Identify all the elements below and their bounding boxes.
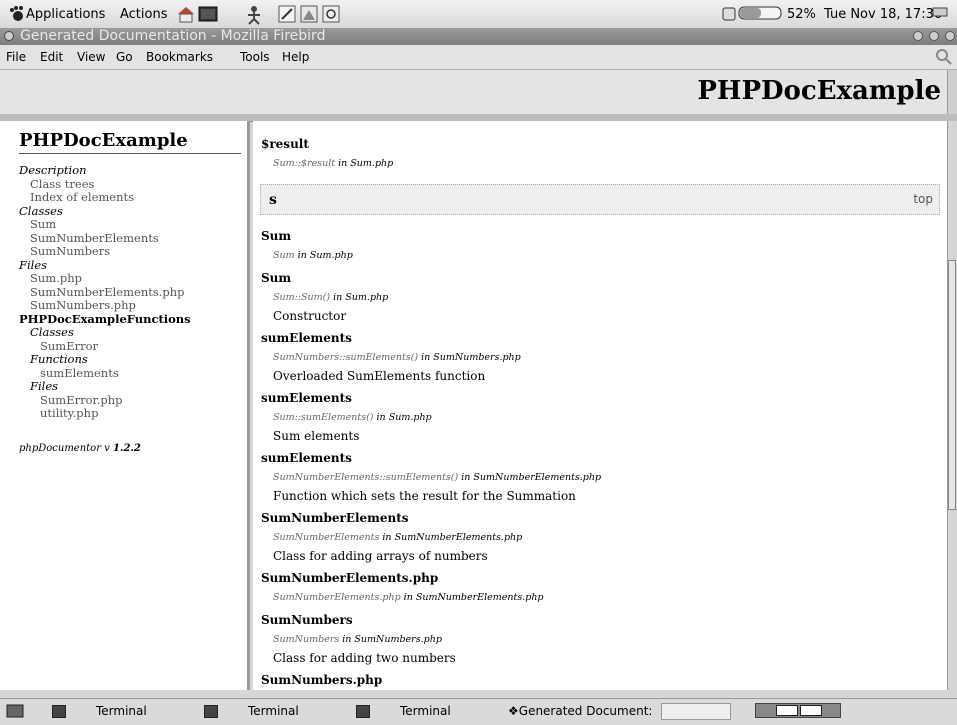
workspace-1[interactable] xyxy=(776,705,798,716)
entry-description: Class for adding two numbers xyxy=(273,651,456,665)
entry-description: Function which sets the result for the S… xyxy=(273,489,576,503)
entry-title: sumElements xyxy=(261,331,352,345)
entry-ref[interactable]: SumNumberElements::sumElements() in SumN… xyxy=(273,472,601,483)
entry-title: SumNumberElements xyxy=(261,511,409,525)
window-title: Generated Documentation - Mozilla Firebi… xyxy=(20,28,326,44)
sidebar-item[interactable]: Index of elements xyxy=(30,190,134,204)
sidebar-item: Classes xyxy=(19,203,63,218)
task-terminal-2[interactable]: Terminal xyxy=(204,703,299,720)
section-header-s: s top xyxy=(260,184,940,215)
bottom-panel: Terminal Terminal Terminal ❖Generated Do… xyxy=(0,698,957,725)
sidebar-item[interactable]: Class trees xyxy=(30,177,94,191)
graphics-icon[interactable] xyxy=(300,5,320,23)
entry-title: sumElements xyxy=(261,391,352,405)
sidebar-divider xyxy=(19,153,241,154)
actions-menu[interactable]: Actions xyxy=(120,7,168,22)
entry-description: Class for adding arrays of numbers xyxy=(273,549,488,563)
firebird-icon: ❖ xyxy=(508,704,519,718)
sidebar-item: Files xyxy=(19,257,48,272)
entry-title: Sum xyxy=(261,229,292,243)
entry-title: SumNumbers xyxy=(261,613,353,627)
entry-ref[interactable]: Sum::Sum() in Sum.php xyxy=(273,292,388,303)
sidebar-title: PHPDocExample xyxy=(19,130,188,151)
sidebar-item[interactable]: Sum.php xyxy=(30,271,82,285)
minimize-icon[interactable] xyxy=(913,31,923,41)
phpdocumentor-version: phpDocumentor v 1.2.2 xyxy=(19,443,141,454)
header-scrollbar[interactable] xyxy=(947,70,957,114)
sidebar-item[interactable]: SumNumberElements xyxy=(30,231,159,245)
section-letter: s xyxy=(269,192,277,208)
sidebar-item[interactable]: SumNumberElements.php xyxy=(30,285,185,299)
editor-icon[interactable] xyxy=(278,5,298,23)
header-frame: PHPDocExample xyxy=(0,70,947,116)
terminal-icon xyxy=(356,705,370,718)
terminal-icon xyxy=(204,705,218,718)
sidebar-item[interactable]: SumError xyxy=(40,339,98,353)
sidebar-item: Classes xyxy=(30,325,74,339)
window-menu-icon[interactable] xyxy=(4,31,14,41)
entry-title: SumNumberElements.php xyxy=(261,571,439,585)
draw-icon[interactable] xyxy=(322,5,342,23)
applications-menu[interactable]: Applications xyxy=(26,7,105,22)
menubar: File Edit View Go Bookmarks Tools Help xyxy=(0,45,957,70)
task-terminal-1[interactable]: Terminal xyxy=(52,703,147,720)
sidebar-item: Functions xyxy=(30,352,88,366)
sidebar-item: PHPDocExampleFunctions xyxy=(19,311,191,326)
system-monitor xyxy=(661,703,731,720)
entry-title: SumNumbers.php xyxy=(261,673,383,687)
entry-description: Constructor xyxy=(273,309,347,323)
menu-go[interactable]: Go xyxy=(116,50,133,64)
scrollbar-thumb[interactable] xyxy=(948,260,956,510)
entry-description: Overloaded SumElements function xyxy=(273,369,486,383)
workspace-switcher[interactable] xyxy=(755,703,841,718)
menu-help[interactable]: Help xyxy=(282,50,309,64)
figure-icon[interactable] xyxy=(245,5,265,25)
terminal-launcher-icon[interactable] xyxy=(198,5,218,23)
battery-icon xyxy=(722,5,782,23)
sidebar-item[interactable]: utility.php xyxy=(40,406,98,420)
close-icon[interactable] xyxy=(945,31,955,41)
page-title: PHPDocExample xyxy=(697,76,941,106)
sidebar-item[interactable]: sumElements xyxy=(40,366,119,380)
entry-title: sumElements xyxy=(261,451,352,465)
task-firebird[interactable]: ❖Generated Document: xyxy=(508,703,658,720)
clock[interactable]: Tue Nov 18, 17:36 xyxy=(824,7,942,22)
battery-percentage: 52% xyxy=(787,7,816,22)
sidebar-item: Description xyxy=(19,163,87,177)
workspace-2[interactable] xyxy=(800,705,822,716)
menu-tools[interactable]: Tools xyxy=(240,50,270,64)
entry-ref[interactable]: SumNumbers::sumElements() in SumNumbers.… xyxy=(273,352,521,363)
navigation-frame: PHPDocExample Description Class trees Inde… xyxy=(0,121,250,690)
content-frame: $result Sum::$result in Sum.php s top Su… xyxy=(253,121,947,690)
show-desktop-icon[interactable] xyxy=(6,703,24,722)
maximize-icon[interactable] xyxy=(929,31,939,41)
entry-title: Sum xyxy=(261,271,292,285)
entry-title-result: $result xyxy=(261,137,309,151)
entry-description: Sum elements xyxy=(273,429,360,443)
throbber-icon xyxy=(935,48,953,69)
sidebar-item: Files xyxy=(30,379,59,393)
gnome-foot-icon[interactable] xyxy=(8,5,28,23)
home-icon[interactable] xyxy=(176,5,196,23)
menu-file[interactable]: File xyxy=(6,50,26,64)
sidebar-item[interactable]: Sum xyxy=(30,217,56,231)
sidebar-item[interactable]: SumError.php xyxy=(40,393,123,407)
top-panel: Applications Actions 52% Tue Nov 18, 17:… xyxy=(0,0,957,29)
keyboard-icon[interactable] xyxy=(932,5,952,23)
terminal-icon xyxy=(52,705,66,718)
menu-view[interactable]: View xyxy=(77,50,105,64)
entry-ref[interactable]: SumNumberElements.php in SumNumberElemen… xyxy=(273,592,544,603)
menu-edit[interactable]: Edit xyxy=(40,50,63,64)
window-titlebar[interactable]: Generated Documentation - Mozilla Firebi… xyxy=(0,28,957,45)
entry-ref[interactable]: SumNumbers in SumNumbers.php xyxy=(273,634,442,645)
task-terminal-3[interactable]: Terminal xyxy=(356,703,451,720)
entry-ref-result[interactable]: Sum::$result in Sum.php xyxy=(273,158,393,169)
sidebar-item[interactable]: SumNumbers xyxy=(30,244,110,258)
sidebar-item[interactable]: SumNumbers.php xyxy=(30,298,136,312)
menu-bookmarks[interactable]: Bookmarks xyxy=(146,50,213,64)
entry-ref[interactable]: Sum::sumElements() in Sum.php xyxy=(273,412,432,423)
top-link[interactable]: top xyxy=(913,192,933,206)
entry-ref[interactable]: Sum in Sum.php xyxy=(273,250,353,261)
entry-ref[interactable]: SumNumberElements in SumNumberElements.p… xyxy=(273,532,522,543)
